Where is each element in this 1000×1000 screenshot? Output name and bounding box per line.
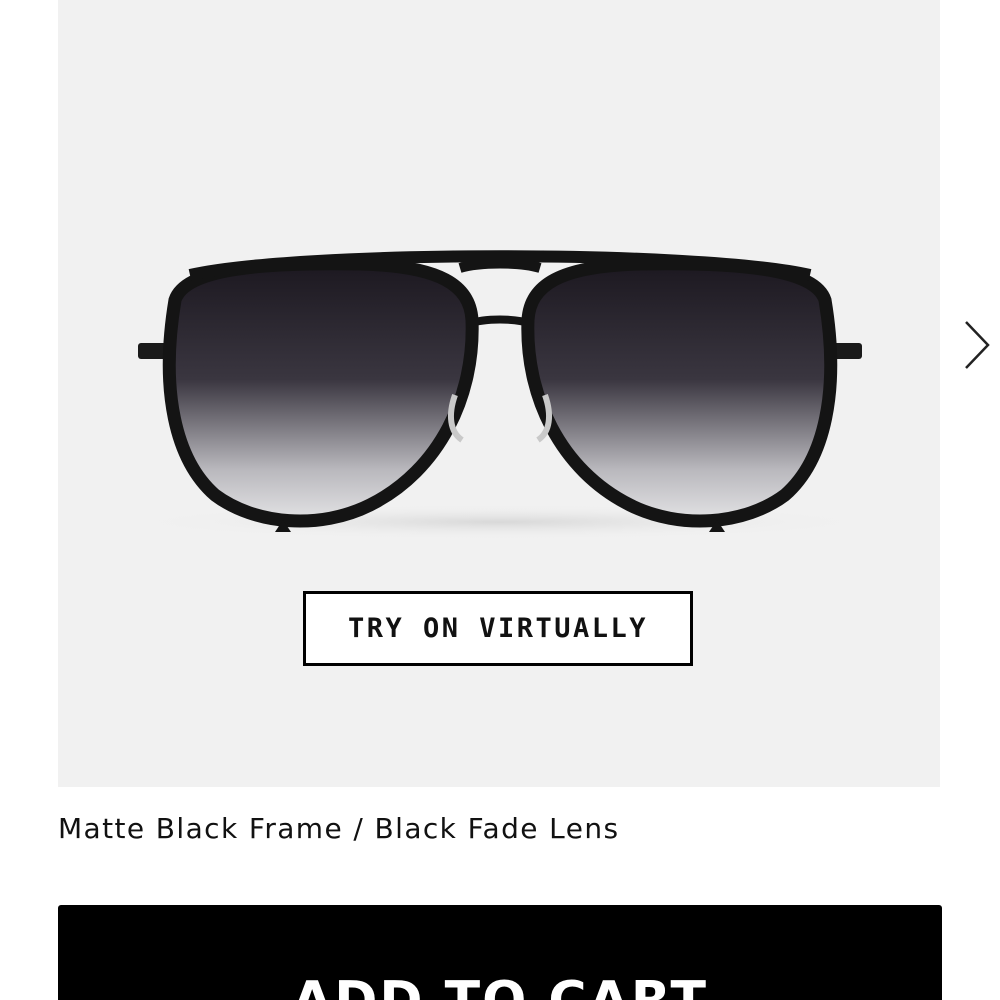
add-to-cart-button[interactable]: ADD TO CART: [58, 905, 942, 1000]
variant-label: Matte Black Frame / Black Fade Lens: [58, 812, 620, 845]
chevron-right-icon[interactable]: [958, 318, 998, 372]
sunglasses-image: [120, 250, 880, 540]
try-on-virtually-button[interactable]: TRY ON VIRTUALLY: [303, 591, 693, 666]
product-page: TRY ON VIRTUALLY Matte Black Frame / Bla…: [0, 0, 1000, 1000]
add-to-cart-label: ADD TO CART: [292, 971, 708, 1000]
product-image: TRY ON VIRTUALLY: [58, 0, 940, 787]
